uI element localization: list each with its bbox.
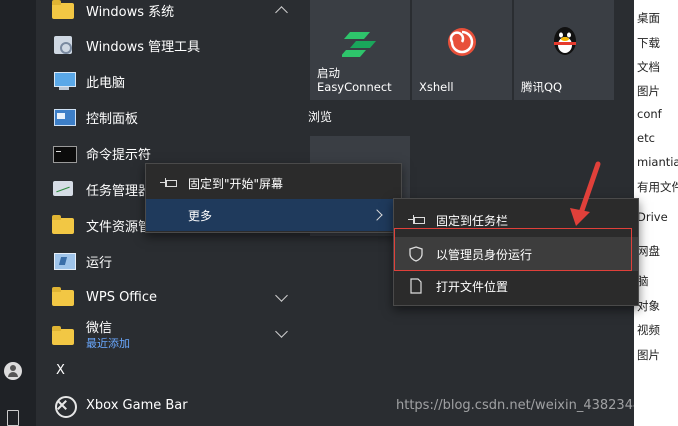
folder-icon <box>52 285 76 309</box>
chevron-down-icon <box>275 325 288 338</box>
run-icon <box>52 249 76 273</box>
tile-easyconnect[interactable]: 启动 EasyConnect <box>310 0 410 100</box>
admin-tools-icon <box>52 33 76 57</box>
app-label: 文件资源管 <box>86 219 152 235</box>
xshell-icon <box>448 28 476 56</box>
menu-item-open-location[interactable]: 打开文件位置 <box>394 270 638 302</box>
letter-header-label: X <box>56 362 65 378</box>
qq-penguin-icon <box>554 27 576 55</box>
app-label: 运行 <box>86 255 113 271</box>
sidebar-item[interactable]: 视频 <box>637 322 660 338</box>
sidebar-item[interactable]: 图片 <box>637 83 660 99</box>
tile-group-label: 浏览 <box>308 110 333 124</box>
menu-item-more[interactable]: 更多 <box>146 199 401 231</box>
sidebar-item[interactable]: 下载 <box>637 35 660 51</box>
app-label: 此电脑 <box>86 75 126 91</box>
app-folder-windows-system[interactable]: Windows 系统 <box>36 0 301 28</box>
app-item-run[interactable]: 运行 <box>36 243 301 279</box>
computer-icon <box>52 69 76 93</box>
tile-qq[interactable]: 腾讯QQ <box>514 0 614 100</box>
folder-icon <box>52 213 76 237</box>
annotation-arrow-icon <box>570 161 601 226</box>
context-menu: 固定到"开始"屏幕 更多 <box>145 163 402 233</box>
sidebar-item[interactable]: 有用文件 <box>637 179 678 195</box>
app-label: 控制面板 <box>86 111 139 127</box>
app-label: WPS Office <box>86 289 158 305</box>
folder-icon <box>52 324 76 348</box>
task-manager-icon <box>52 177 76 201</box>
sidebar-item[interactable]: conf <box>637 107 662 121</box>
chevron-right-icon <box>371 209 383 221</box>
menu-item-label: 打开文件位置 <box>436 279 509 294</box>
sidebar-item[interactable]: 桌面 <box>637 10 660 26</box>
file-location-icon <box>408 278 424 294</box>
app-label: 微信 <box>86 321 113 336</box>
menu-item-label: 固定到任务栏 <box>436 213 509 228</box>
menu-item-pin-start[interactable]: 固定到"开始"屏幕 <box>146 167 401 199</box>
user-icon <box>10 365 16 371</box>
folder-icon <box>52 0 76 22</box>
background-window-sidebar: 桌面 下载 文档 图片 conf etc miantia 有用文件 Drive … <box>634 0 678 426</box>
recently-added-label: 最近添加 <box>86 337 130 350</box>
app-label: Windows 系统 <box>86 4 175 20</box>
sidebar-item[interactable]: 图片 <box>637 347 660 363</box>
watermark-text: https://blog.csdn.net/weixin_43823443 <box>396 398 650 413</box>
sidebar-item[interactable]: 对象 <box>637 298 660 314</box>
highlight-box <box>394 228 632 271</box>
app-label: Xbox Game Bar <box>86 397 188 413</box>
tile-label: Xshell <box>419 80 454 94</box>
user-avatar[interactable] <box>4 362 22 380</box>
tile-xshell[interactable]: Xshell <box>412 0 512 100</box>
sidebar-item[interactable]: Drive <box>637 210 668 224</box>
pin-icon <box>160 175 177 191</box>
sidebar-item[interactable]: etc <box>637 131 655 145</box>
terminal-icon <box>52 141 77 165</box>
xbox-game-bar-icon <box>52 393 77 418</box>
tile-label: 启动 EasyConnect <box>317 66 392 94</box>
app-folder-wps[interactable]: WPS Office <box>36 279 301 315</box>
chevron-up-icon <box>275 6 288 19</box>
easyconnect-icon <box>342 32 376 57</box>
control-panel-icon <box>52 105 76 129</box>
app-label: Windows 管理工具 <box>86 39 201 55</box>
letter-header-x[interactable]: X <box>36 352 301 388</box>
sidebar-item[interactable]: miantia <box>637 155 678 169</box>
app-item-control-panel[interactable]: 控制面板 <box>36 99 301 135</box>
documents-icon[interactable] <box>7 410 19 426</box>
tile-label: 腾讯QQ <box>521 80 563 94</box>
sidebar-item[interactable]: 文档 <box>637 59 660 75</box>
app-item-this-pc[interactable]: 此电脑 <box>36 63 301 99</box>
sidebar-item[interactable]: 网盘 <box>637 243 660 259</box>
menu-item-label: 更多 <box>188 208 213 223</box>
app-item-xbox[interactable]: Xbox Game Bar <box>36 387 301 423</box>
start-left-rail <box>0 0 36 426</box>
app-label: 任务管理器 <box>86 183 152 199</box>
chevron-down-icon <box>275 289 288 302</box>
app-folder-wechat[interactable]: 微信 最近添加 <box>36 315 301 357</box>
app-label: 命令提示符 <box>86 147 152 163</box>
pin-icon <box>408 212 425 228</box>
app-item-admin-tools[interactable]: Windows 管理工具 <box>36 27 301 63</box>
menu-item-label: 固定到"开始"屏幕 <box>188 176 284 191</box>
